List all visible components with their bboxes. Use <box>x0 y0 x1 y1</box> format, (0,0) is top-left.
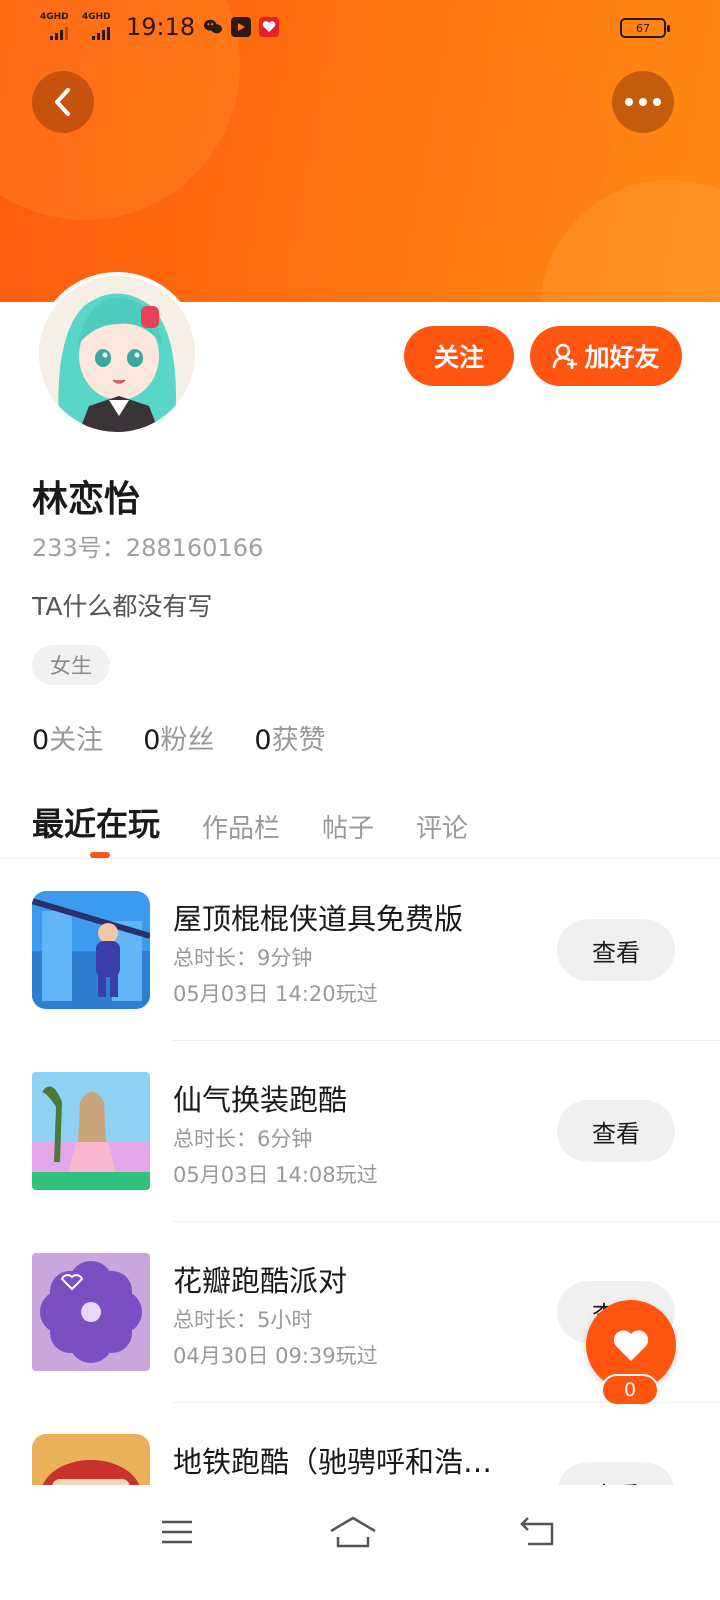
game-title: 地铁跑酷（驰骋呼和浩… <box>173 1445 493 1479</box>
more-options-button[interactable] <box>612 71 674 133</box>
video-app-icon <box>231 17 252 37</box>
game-last-played: 05月03日 14:20玩过 <box>173 982 378 1006</box>
tab-works[interactable]: 作品栏 <box>202 808 280 845</box>
view-button[interactable]: 查看 <box>557 1100 675 1162</box>
profile-stats: 0关注 0粉丝 0获赞 <box>32 718 326 757</box>
signal-icon-2: 4GHD <box>82 12 116 42</box>
stat-label: 获赞 <box>271 725 326 756</box>
stat-number: 0 <box>32 725 50 756</box>
stat-fans[interactable]: 0粉丝 <box>143 718 214 757</box>
list-item[interactable]: 地铁跑酷（驰骋呼和浩… 查看 <box>0 1403 720 1485</box>
add-user-icon <box>553 343 578 369</box>
anime-avatar-image <box>39 276 195 432</box>
menu-icon <box>162 1520 192 1544</box>
game-thumbnail <box>32 891 150 1009</box>
back-button[interactable] <box>32 71 94 133</box>
clock: 19:18 <box>126 13 196 41</box>
stat-number: 0 <box>143 725 161 756</box>
view-button[interactable]: 查看 <box>557 919 675 981</box>
tab-posts[interactable]: 帖子 <box>322 808 374 845</box>
menu-button[interactable] <box>147 1507 207 1557</box>
list-item[interactable]: 仙气换装跑酷 总时长：6分钟 05月03日 14:08玩过 查看 <box>0 1041 720 1222</box>
stat-label: 关注 <box>49 725 104 756</box>
user-id: 233号：288160166 <box>32 534 264 562</box>
wechat-icon <box>203 17 223 37</box>
game-title: 仙气换装跑酷 <box>173 1083 348 1117</box>
game-duration: 总时长：6分钟 <box>173 1127 313 1151</box>
divider <box>0 858 720 859</box>
home-icon <box>330 1516 376 1548</box>
app-notification-icon <box>259 17 280 37</box>
like-count-badge: 0 <box>601 1374 659 1406</box>
stat-number: 0 <box>254 725 272 756</box>
add-friend-button[interactable]: 加好友 <box>530 326 682 386</box>
more-dots-icon <box>625 98 661 106</box>
network-type-2: 4GHD <box>82 12 111 22</box>
stat-likes[interactable]: 0获赞 <box>254 718 325 757</box>
view-button[interactable]: 查看 <box>557 1462 675 1485</box>
follow-label: 关注 <box>433 343 484 372</box>
game-thumbnail <box>32 1253 150 1371</box>
home-button[interactable] <box>323 1507 383 1557</box>
battery-indicator: 67 <box>620 18 670 38</box>
game-duration: 总时长：9分钟 <box>173 946 313 970</box>
tab-recently-played[interactable]: 最近在玩 <box>32 799 160 845</box>
stat-following[interactable]: 0关注 <box>32 718 103 757</box>
follow-button[interactable]: 关注 <box>404 326 514 386</box>
signal-icon: 4GHD <box>40 12 74 42</box>
game-title: 屋顶棍棍侠道具免费版 <box>173 902 464 936</box>
add-friend-label: 加好友 <box>584 343 660 372</box>
system-navigation-bar <box>0 1485 720 1600</box>
game-thumbnail <box>32 1434 150 1485</box>
avatar[interactable] <box>35 272 199 436</box>
gender-tag: 女生 <box>32 645 110 685</box>
game-duration: 总时长：5小时 <box>173 1308 313 1332</box>
back-nav-button[interactable] <box>508 1507 568 1557</box>
profile-tabs: 最近在玩 作品栏 帖子 评论 <box>32 795 510 845</box>
game-last-played: 05月03日 14:08玩过 <box>173 1163 378 1187</box>
game-thumbnail <box>32 1072 150 1190</box>
back-arrow-icon <box>55 88 70 116</box>
game-title: 花瓣跑酷派对 <box>173 1264 348 1298</box>
tab-comments[interactable]: 评论 <box>416 808 468 845</box>
profile-bio: TA什么都没有写 <box>32 592 213 621</box>
heart-icon <box>613 1330 649 1361</box>
game-last-played: 04月30日 09:39玩过 <box>173 1344 378 1368</box>
return-icon <box>520 1517 554 1546</box>
list-item[interactable]: 屋顶棍棍侠道具免费版 总时长：9分钟 05月03日 14:20玩过 查看 <box>0 860 720 1041</box>
status-bar: 4GHD 4GHD 19:18 67 <box>0 0 720 56</box>
network-type: 4GHD <box>40 12 69 22</box>
profile-name: 林恋怡 <box>32 479 141 520</box>
stat-label: 粉丝 <box>160 725 215 756</box>
